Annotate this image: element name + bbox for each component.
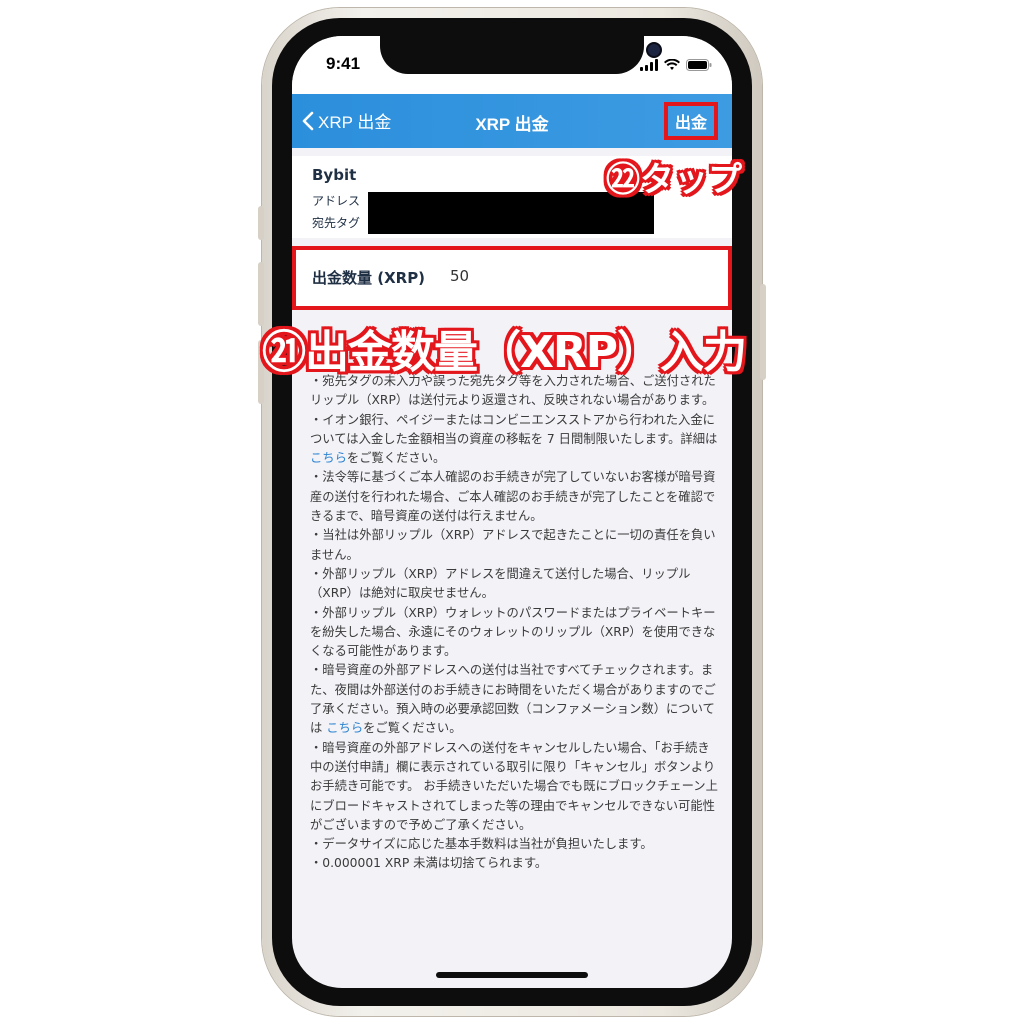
status-bar: 9:41: [292, 36, 732, 94]
details-link[interactable]: こちら: [310, 451, 347, 465]
note-text: をご覧ください。: [363, 721, 462, 736]
home-indicator: [436, 972, 588, 978]
note-item: ・データサイズに応じた基本手数料は当社が負担いたします。: [310, 835, 720, 854]
front-camera: [648, 44, 660, 56]
notch: [380, 36, 660, 74]
note-item: ・外部リップル（XRP）ウォレットのパスワードまたはプライベートキーを紛失した場…: [310, 604, 720, 662]
note-item: ・暗号資産の外部アドレスへの送付は当社ですべてチェックされます。また、夜間は外部…: [310, 661, 720, 738]
wifi-icon: [664, 59, 680, 70]
note-text: ・外部リップル（XRP）アドレスを間違えて送付した場合、リップル（XRP）は絶対…: [310, 566, 691, 601]
note-text: ・法令等に基づくご本人確認のお手続きが完了していないお客様が暗号資産の送付を行わ…: [310, 470, 716, 524]
note-text: ・暗号資産の外部アドレスへの送付をキャンセルしたい場合、「お手続き中の送付申請」…: [310, 740, 718, 832]
battery-icon: [686, 59, 712, 71]
note-item: ・イオン銀行、ペイジーまたはコンビニエンスストアから行われた入金については入金し…: [310, 411, 720, 469]
note-text: をご覧ください。: [346, 451, 446, 466]
note-item: ・当社は外部リップル（XRP）アドレスで起きたことに一切の責任を負いません。: [310, 526, 720, 565]
status-icons: [640, 58, 712, 72]
mute-switch: [258, 206, 264, 240]
signal-icon: [640, 59, 658, 71]
note-item: ・0.000001 XRP 未満は切捨てられます。: [310, 854, 720, 873]
navigation-bar: XRP 出金 XRP 出金 出金: [292, 94, 732, 148]
note-text: ・当社は外部リップル（XRP）アドレスで起きたことに一切の責任を負いません。: [310, 528, 716, 562]
note-text: ・イオン銀行、ペイジーまたはコンビニエンスストアから行われた入金については入金し…: [310, 412, 718, 446]
destination-tag-label: 宛先タグ: [312, 216, 361, 230]
note-item: ・暗号資産の外部アドレスへの送付をキャンセルしたい場合、「お手続き中の送付申請」…: [310, 739, 720, 835]
annotation-amount-label: ㉑出金数量（XRP）入力: [262, 327, 747, 378]
amount-highlight-box: [292, 246, 732, 310]
status-time: 9:41: [326, 54, 361, 73]
withdraw-button[interactable]: 出金: [664, 102, 718, 140]
note-text: ・0.000001 XRP 未満は切捨てられます。: [310, 856, 548, 871]
details-link[interactable]: こちら: [326, 721, 363, 735]
note-text: ・データサイズに応じた基本手数料は当社が負担いたします。: [310, 837, 653, 852]
address-label: アドレス: [312, 194, 361, 208]
annotation-tap-label: ㉒タップ: [606, 160, 742, 200]
notes-list: ・宛先タグの未入力や誤った宛先タグ等を入力された場合、ご送付されたリップル（XR…: [310, 372, 720, 874]
note-item: ・外部リップル（XRP）アドレスを間違えて送付した場合、リップル（XRP）は絶対…: [310, 565, 720, 604]
note-item: ・法令等に基づくご本人確認のお手続きが完了していないお客様が暗号資産の送付を行わ…: [310, 468, 720, 526]
power-button: [760, 284, 766, 380]
note-text: ・外部リップル（XRP）ウォレットのパスワードまたはプライベートキーを紛失した場…: [310, 605, 716, 659]
destination-name: Bybit: [312, 166, 357, 184]
